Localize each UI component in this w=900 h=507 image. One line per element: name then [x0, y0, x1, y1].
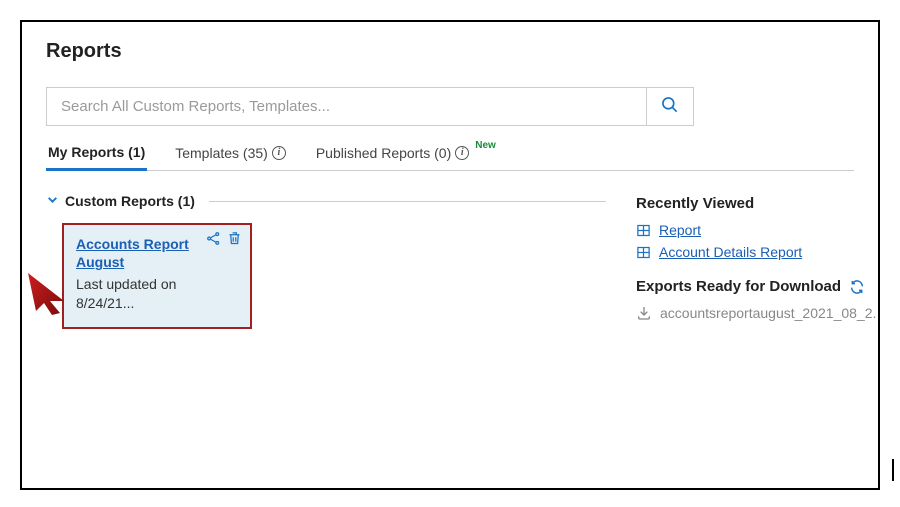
recently-viewed-heading: Recently Viewed [636, 195, 876, 212]
search-button[interactable] [646, 87, 694, 126]
recently-viewed-item[interactable]: Report [636, 222, 876, 238]
recently-viewed-link: Report [659, 222, 701, 238]
export-filename: accountsreportaugust_2021_08_2. [660, 305, 876, 321]
trash-icon[interactable] [227, 231, 242, 246]
text-caret [892, 459, 894, 481]
tab-label: Published Reports (0) [316, 145, 451, 161]
refresh-icon[interactable] [849, 279, 865, 295]
new-badge: New [475, 140, 496, 151]
content-area: Custom Reports (1) [46, 193, 854, 329]
tab-label: My Reports (1) [48, 144, 145, 160]
report-meta: Last updated on 8/24/21... [76, 275, 238, 313]
recently-viewed-item[interactable]: Account Details Report [636, 244, 876, 260]
search-input[interactable] [46, 87, 646, 126]
section-title: Custom Reports (1) [65, 193, 195, 209]
report-card[interactable]: Accounts Report August Last updated on 8… [62, 223, 252, 329]
custom-reports-header[interactable]: Custom Reports (1) [46, 193, 606, 209]
table-icon [636, 223, 651, 238]
tab-my-reports[interactable]: My Reports (1) [46, 138, 147, 171]
search-bar [46, 87, 854, 126]
search-icon [660, 95, 680, 118]
table-icon [636, 245, 651, 260]
export-item[interactable]: accountsreportaugust_2021_08_2. [636, 305, 876, 321]
chevron-down-icon [46, 193, 59, 209]
page-title: Reports [46, 40, 854, 63]
left-column: Custom Reports (1) [46, 193, 606, 329]
page-frame: Reports My Reports (1) Templates (35) i … [20, 20, 880, 490]
right-column: Recently Viewed Report [636, 193, 876, 329]
download-icon [636, 305, 652, 321]
tab-templates[interactable]: Templates (35) i [173, 139, 288, 169]
exports-heading-row: Exports Ready for Download [636, 278, 876, 295]
tab-label: Templates (35) [175, 145, 268, 161]
tab-bar: My Reports (1) Templates (35) i Publishe… [46, 138, 854, 171]
recently-viewed-link: Account Details Report [659, 244, 802, 260]
tab-published[interactable]: Published Reports (0) i New [314, 139, 498, 169]
report-title-link[interactable]: Accounts Report August [76, 235, 206, 271]
card-actions [206, 231, 242, 246]
share-icon[interactable] [206, 231, 221, 246]
section-rule [209, 201, 606, 202]
exports-heading: Exports Ready for Download [636, 278, 841, 295]
info-icon[interactable]: i [272, 146, 286, 160]
info-icon[interactable]: i [455, 146, 469, 160]
